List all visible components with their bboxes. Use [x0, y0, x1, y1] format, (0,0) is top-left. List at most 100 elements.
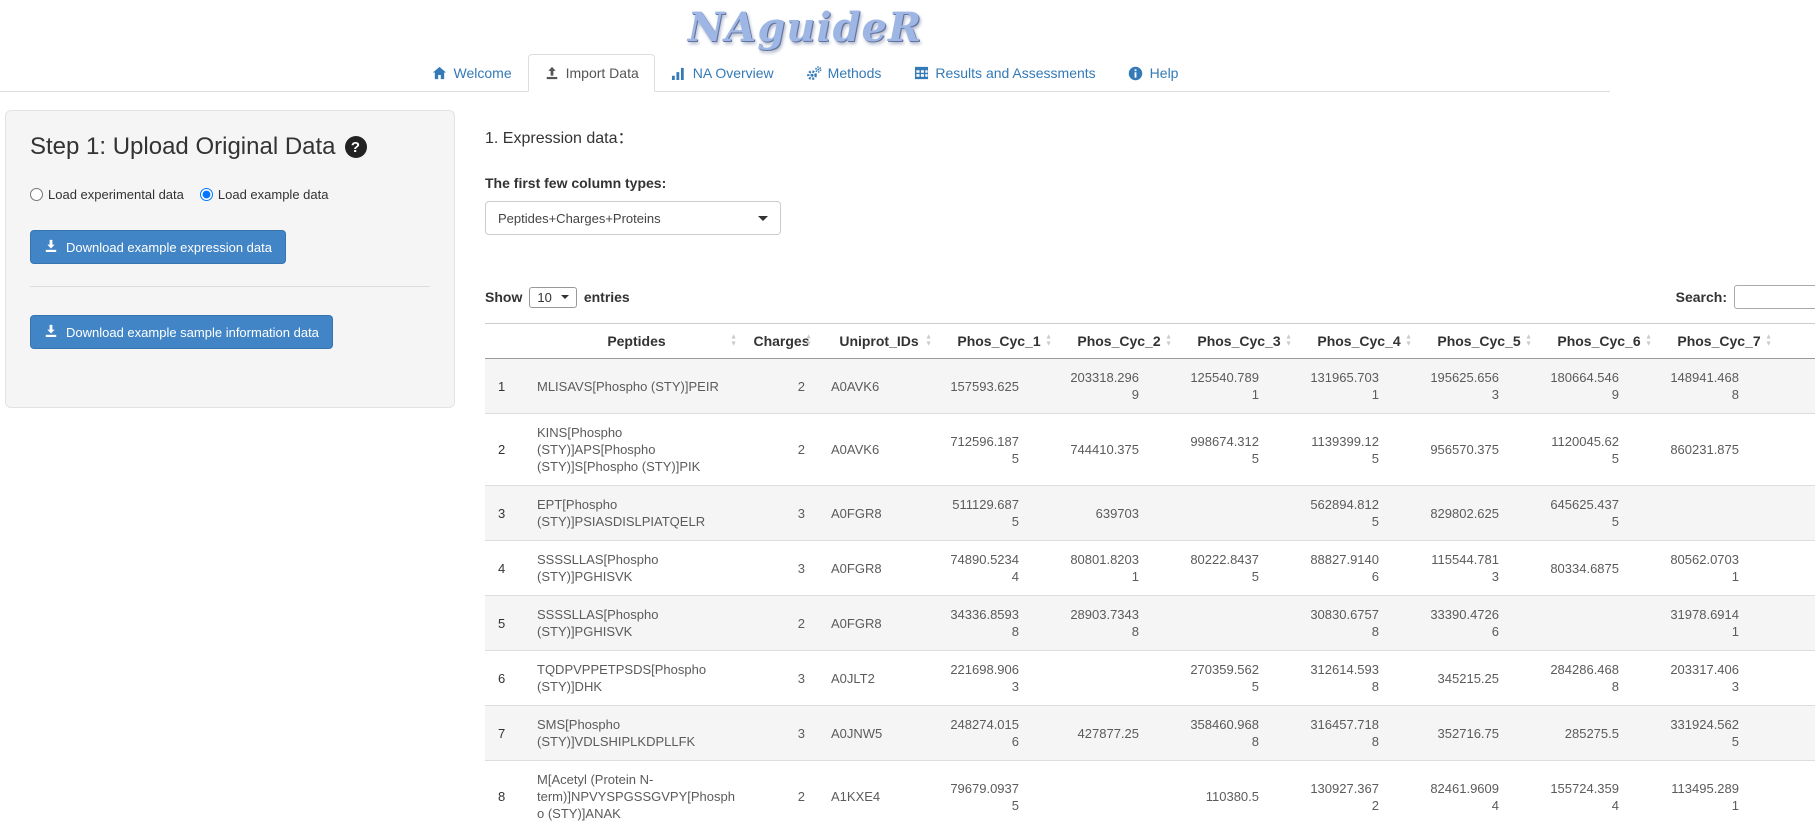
value-cell: 345215.25 [1419, 651, 1539, 706]
value-cell: 115544.7813 [1419, 541, 1539, 596]
value-cell: 125540.7891 [1179, 359, 1299, 414]
value-cell: 203318.2969 [1059, 359, 1179, 414]
column-header-uniprot-ids[interactable]: Uniprot_IDs ▲▼ [819, 324, 939, 359]
uniprot-cell: A0AVK6 [819, 359, 939, 414]
value-cell: 312614.5938 [1299, 651, 1419, 706]
charge-cell: 2 [744, 414, 819, 486]
uniprot-cell: A0FGR8 [819, 486, 939, 541]
column-header-phos-cyc-5[interactable]: Phos_Cyc_5 ▲▼ [1419, 324, 1539, 359]
tab-results-assessments[interactable]: Results and Assessments [897, 54, 1111, 92]
value-cell: 34336.85938 [939, 596, 1059, 651]
value-cell: 113495.2891 [1659, 761, 1779, 826]
value-cell: 316457.7188 [1299, 706, 1419, 761]
sort-icon[interactable]: ▲▼ [730, 335, 737, 348]
column-header-phos-cyc-6[interactable]: Phos_Cyc_6 ▲▼ [1539, 324, 1659, 359]
table-row: 1MLISAVS[Phospho (STY)]PEIR2A0AVK6157593… [485, 359, 1815, 414]
sort-icon[interactable]: ▲▼ [805, 335, 812, 348]
uniprot-cell: A1KXE4 [819, 761, 939, 826]
tab-label: Methods [828, 65, 882, 81]
question-icon[interactable]: ? [345, 136, 367, 158]
table-icon [913, 66, 929, 81]
column-header-phos-cyc-2[interactable]: Phos_Cyc_2▲▼ [1059, 324, 1179, 359]
filler-cell [1779, 596, 1815, 651]
radio-load-example[interactable]: Load example data [200, 187, 329, 202]
value-cell: 33390.47266 [1419, 596, 1539, 651]
row-index: 1 [485, 359, 529, 414]
row-index-header [485, 324, 529, 359]
column-header-charges[interactable]: Charges▲▼ [744, 324, 819, 359]
value-cell: 148941.4688 [1659, 359, 1779, 414]
column-types-select[interactable]: Peptides+Charges+Proteins [485, 201, 781, 235]
sort-icon[interactable]: ▲▼ [1525, 335, 1532, 348]
search-input[interactable] [1734, 285, 1815, 309]
row-index: 6 [485, 651, 529, 706]
table-row: 5SSSSLLAS[Phospho (STY)]PGHISVK2A0FGR834… [485, 596, 1815, 651]
radio-experimental-input[interactable] [30, 188, 43, 201]
value-cell: 80801.82031 [1059, 541, 1179, 596]
sort-icon[interactable]: ▲▼ [1765, 335, 1772, 348]
column-types-value: Peptides+Charges+Proteins [498, 211, 661, 226]
column-header-label: Phos_Cyc_5 [1437, 333, 1520, 349]
page-length-value: 10 [537, 290, 551, 305]
value-cell: 80334.6875 [1539, 541, 1659, 596]
sidebar: Step 1: Upload Original Data ? Load expe… [5, 110, 455, 408]
value-cell [1179, 596, 1299, 651]
tab-help[interactable]: Help [1112, 54, 1195, 92]
table-row: 4SSSSLLAS[Phospho (STY)]PGHISVK3A0FGR874… [485, 541, 1815, 596]
value-cell [1059, 761, 1179, 826]
radio-example-input[interactable] [200, 188, 213, 201]
main-panel: 1. Expression data： The first few column… [485, 110, 1815, 826]
download-icon [44, 324, 58, 340]
search-control: Search: [1676, 285, 1815, 309]
value-cell: 511129.6875 [939, 486, 1059, 541]
gears-icon [806, 66, 822, 81]
download-sample-info-button[interactable]: Download example sample information data [30, 315, 333, 349]
column-header-phos-cyc-7[interactable]: Phos_Cyc_7 ▲▼ [1659, 324, 1779, 359]
column-header-label: Uniprot_IDs [839, 333, 918, 349]
value-cell: 130927.3672 [1299, 761, 1419, 826]
upload-panel: Step 1: Upload Original Data ? Load expe… [5, 110, 455, 408]
column-header-phos-cyc-1[interactable]: Phos_Cyc_1▲▼ [939, 324, 1059, 359]
show-label: Show [485, 289, 522, 305]
value-cell: 31978.69141 [1659, 596, 1779, 651]
tab-welcome[interactable]: Welcome [416, 54, 528, 92]
filler-cell [1779, 414, 1815, 486]
tab-na-overview[interactable]: NA Overview [655, 54, 790, 92]
step-title: Step 1: Upload Original Data ? [30, 133, 430, 161]
sort-icon[interactable]: ▲▼ [1045, 335, 1052, 348]
sort-icon[interactable]: ▲▼ [1285, 335, 1292, 348]
column-header-label: Phos_Cyc_3 [1197, 333, 1280, 349]
download-expression-button[interactable]: Download example expression data [30, 230, 286, 264]
column-header-label: Phos_Cyc_6 [1557, 333, 1640, 349]
column-header-label: Phos_Cyc_7 [1677, 333, 1760, 349]
row-index: 5 [485, 596, 529, 651]
page-length-select[interactable]: 10 [529, 287, 576, 308]
value-cell [1539, 596, 1659, 651]
value-cell: 30830.67578 [1299, 596, 1419, 651]
page-content: Step 1: Upload Original Data ? Load expe… [0, 92, 1815, 826]
filler-header [1779, 324, 1815, 359]
table-row: 8M[Acetyl (Protein N-term)]NPVYSPGSSGVPY… [485, 761, 1815, 826]
sort-icon[interactable]: ▲▼ [925, 335, 932, 348]
value-cell: 562894.8125 [1299, 486, 1419, 541]
column-header-phos-cyc-3[interactable]: Phos_Cyc_3 ▲▼ [1179, 324, 1299, 359]
sort-icon[interactable]: ▲▼ [1645, 335, 1652, 348]
tab-label: NA Overview [693, 65, 774, 81]
sort-icon[interactable]: ▲▼ [1165, 335, 1172, 348]
value-cell: 82461.96094 [1419, 761, 1539, 826]
tab-import-data[interactable]: Import Data [528, 54, 655, 92]
column-header-phos-cyc-4[interactable]: Phos_Cyc_4▲▼ [1299, 324, 1419, 359]
uniprot-cell: A0AVK6 [819, 414, 939, 486]
sort-icon[interactable]: ▲▼ [1405, 335, 1412, 348]
download-icon [44, 239, 58, 255]
radio-load-experimental[interactable]: Load experimental data [30, 187, 184, 202]
value-cell: 248274.0156 [939, 706, 1059, 761]
charge-cell: 2 [744, 761, 819, 826]
peptide-cell: SMS[Phospho (STY)]VDLSHIPLKDPLLFK [529, 706, 744, 761]
column-header-peptides[interactable]: Peptides▲▼ [529, 324, 744, 359]
value-cell: 80222.84375 [1179, 541, 1299, 596]
tab-label: Import Data [566, 65, 639, 81]
tab-label: Welcome [454, 65, 512, 81]
search-label: Search: [1676, 289, 1727, 305]
tab-methods[interactable]: Methods [790, 54, 898, 92]
